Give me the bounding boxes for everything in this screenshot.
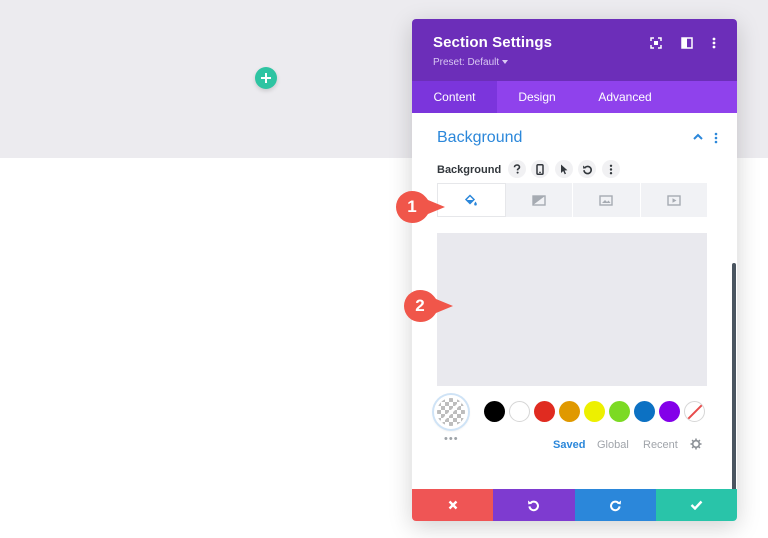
- mobile-icon: [536, 163, 544, 175]
- tab-content[interactable]: Content: [412, 81, 497, 113]
- image-icon: [599, 194, 613, 206]
- palette-tab-recent[interactable]: Recent: [643, 439, 678, 451]
- bg-tab-image[interactable]: [573, 183, 641, 217]
- preset-selector[interactable]: Preset: Default: [433, 57, 509, 68]
- scrollbar[interactable]: [732, 263, 736, 505]
- background-color-preview[interactable]: [437, 233, 707, 386]
- section-toggle-title[interactable]: Background: [437, 129, 522, 147]
- color-swatch[interactable]: [634, 401, 655, 422]
- redo-icon: [609, 500, 621, 511]
- add-module-button[interactable]: [255, 67, 277, 89]
- modal-title: Section Settings: [433, 34, 553, 51]
- color-swatch[interactable]: [559, 401, 580, 422]
- current-color-swatch[interactable]: [434, 395, 468, 429]
- help-icon: [513, 164, 521, 174]
- callout-number: 1: [407, 197, 417, 216]
- cancel-button[interactable]: [412, 489, 494, 521]
- palette-tab-global[interactable]: Global: [597, 439, 629, 451]
- video-icon: [667, 194, 681, 206]
- settings-body: Background Background ••• Saved Global R…: [412, 113, 737, 505]
- transparent-icon: [439, 400, 463, 424]
- section-settings-modal: Section Settings Preset: Default Content…: [412, 19, 737, 521]
- cursor-icon: [561, 164, 568, 174]
- close-icon: [448, 500, 457, 510]
- fullscreen-button[interactable]: [648, 35, 664, 51]
- color-fill-icon: [465, 194, 478, 206]
- save-button[interactable]: [655, 489, 737, 521]
- background-field-label: Background: [437, 164, 502, 176]
- split-view-button[interactable]: [679, 35, 695, 51]
- gear-icon[interactable]: [690, 438, 702, 450]
- bg-tab-video[interactable]: [641, 183, 708, 217]
- color-swatch[interactable]: [509, 401, 530, 422]
- vertical-dots-icon: [609, 164, 613, 174]
- bg-tab-color[interactable]: [437, 183, 506, 217]
- color-swatch[interactable]: [659, 401, 680, 422]
- background-type-tabs: [437, 183, 707, 217]
- no-color-swatch[interactable]: [684, 401, 705, 422]
- vertical-dots-icon: [712, 37, 716, 49]
- gradient-icon: [532, 194, 546, 206]
- plus-icon: [261, 73, 271, 83]
- modal-options-button[interactable]: [706, 35, 722, 51]
- columns-icon: [681, 37, 693, 49]
- modal-header: Section Settings Preset: Default: [412, 19, 737, 81]
- expand-icon: [650, 37, 662, 49]
- section-options-icon[interactable]: [714, 132, 718, 144]
- settings-tabs: Content Design Advanced: [412, 81, 737, 113]
- reset-button[interactable]: [578, 160, 596, 178]
- chevron-up-icon[interactable]: [693, 133, 703, 140]
- undo-button[interactable]: [493, 489, 575, 521]
- tab-advanced[interactable]: Advanced: [582, 81, 668, 113]
- callout-marker-2: 2: [403, 289, 455, 323]
- help-button[interactable]: [508, 160, 526, 178]
- color-swatch[interactable]: [534, 401, 555, 422]
- color-swatch[interactable]: [584, 401, 605, 422]
- field-options-button[interactable]: [602, 160, 620, 178]
- color-swatch[interactable]: [484, 401, 505, 422]
- modal-footer: [412, 489, 737, 521]
- redo-button[interactable]: [574, 489, 656, 521]
- reset-icon: [582, 165, 592, 174]
- callout-number: 2: [415, 296, 425, 315]
- responsive-toggle[interactable]: [531, 160, 549, 178]
- check-icon: [690, 500, 703, 510]
- caret-down-icon: [502, 60, 509, 65]
- tab-design[interactable]: Design: [497, 81, 577, 113]
- callout-marker-1: 1: [395, 190, 447, 224]
- undo-icon: [528, 500, 540, 511]
- hover-state-toggle[interactable]: [555, 160, 573, 178]
- preset-label: Preset: Default: [433, 57, 500, 68]
- color-swatch[interactable]: [609, 401, 630, 422]
- more-colors-button[interactable]: •••: [444, 433, 459, 445]
- palette-tab-saved[interactable]: Saved: [553, 439, 585, 451]
- bg-tab-gradient[interactable]: [506, 183, 573, 217]
